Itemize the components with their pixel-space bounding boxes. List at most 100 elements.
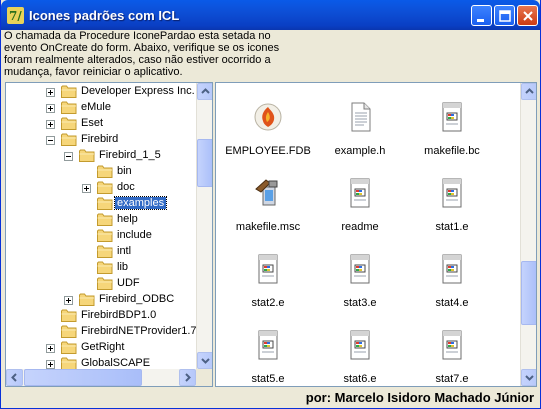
file-item[interactable]: stat6.e	[312, 329, 408, 386]
document-file-icon	[442, 330, 462, 360]
folder-icon	[61, 341, 77, 354]
file-item[interactable]: makefile.bc	[404, 101, 500, 171]
document-file-icon	[258, 254, 278, 284]
tree-item[interactable]: Developer Express Inc.	[6, 84, 196, 100]
build-tool-icon	[255, 179, 278, 206]
document-file-icon	[442, 178, 462, 208]
folder-icon	[97, 165, 113, 178]
file-name: makefile.bc	[424, 145, 480, 157]
expand-icon[interactable]	[46, 104, 55, 113]
tree-item-label: GetRight	[81, 341, 125, 353]
file-name: stat5.e	[251, 373, 285, 385]
tree-item[interactable]: FirebirdNETProvider1.7	[6, 324, 197, 340]
app-window: 7/ Icones padrões com ICL O chamada da P…	[0, 0, 541, 409]
folder-icon	[97, 181, 113, 194]
tree-item[interactable]: UDF	[6, 276, 196, 292]
folder-icon	[97, 245, 113, 258]
file-item[interactable]: stat2.e	[220, 253, 316, 323]
folder-icon	[61, 133, 77, 146]
folder-tree[interactable]: Developer Express Inc. eMule Eset Firebird F…	[5, 82, 213, 387]
folder-icon	[79, 149, 95, 162]
minimize-button[interactable]	[471, 5, 492, 26]
window-title: Icones padrões com ICL	[29, 8, 180, 23]
status-bar: por: Marcelo Isidoro Machado Júnior	[1, 388, 540, 408]
file-name: stat3.e	[343, 297, 377, 309]
expand-icon[interactable]	[46, 120, 55, 129]
close-button[interactable]	[517, 5, 538, 26]
tree-item-label: eMule	[81, 101, 111, 113]
expand-icon[interactable]	[46, 344, 55, 353]
tree-item[interactable]: FirebirdBDP1.0	[6, 308, 196, 324]
info-line: mudança, favor reiniciar o aplicativo.	[4, 66, 183, 78]
scroll-down-button[interactable]	[197, 352, 212, 369]
tree-item-label: Developer Express Inc.	[81, 85, 195, 97]
document-file-icon	[442, 102, 462, 132]
file-name: readme	[341, 221, 379, 233]
title-bar[interactable]: 7/ Icones padrões com ICL	[1, 0, 540, 30]
tree-item-label: Eset	[81, 117, 104, 129]
tree-item[interactable]: Firebird_ODBC	[6, 292, 196, 308]
document-file-icon	[442, 254, 462, 284]
file-list[interactable]: EMPLOYEE.FDB example.h makefile.bc makefile…	[215, 82, 537, 387]
tree-item[interactable]: bin	[6, 164, 196, 180]
tree-vertical-scrollbar[interactable]	[196, 83, 212, 369]
scroll-corner	[196, 369, 212, 386]
folder-icon	[61, 101, 77, 114]
tree-item[interactable]: eMule	[6, 100, 196, 116]
arrow-right-icon	[185, 373, 191, 382]
tree-item-label: lib	[117, 261, 129, 273]
tree-item[interactable]: GetRight	[6, 340, 196, 356]
expand-icon[interactable]	[64, 296, 73, 305]
scroll-thumb[interactable]	[197, 139, 212, 187]
scroll-thumb[interactable]	[521, 261, 536, 325]
tree-item[interactable]: examples	[6, 196, 196, 212]
scroll-up-button[interactable]	[521, 83, 536, 100]
arrow-up-icon	[201, 88, 210, 94]
document-file-icon	[350, 254, 370, 284]
scroll-right-button[interactable]	[179, 369, 196, 386]
folder-icon	[61, 309, 77, 322]
file-item[interactable]: stat7.e	[404, 329, 500, 386]
file-item[interactable]: example.h	[312, 101, 408, 171]
tree-item[interactable]: help	[6, 212, 196, 228]
maximize-button[interactable]	[494, 5, 515, 26]
file-item[interactable]: EMPLOYEE.FDB	[220, 101, 316, 171]
file-item[interactable]: makefile.msc	[220, 177, 316, 247]
collapse-icon[interactable]	[46, 136, 55, 145]
tree-item-label: Firebird_1_5	[99, 149, 161, 161]
expand-icon[interactable]	[46, 360, 55, 369]
scroll-down-button[interactable]	[521, 369, 536, 386]
folder-icon	[61, 85, 77, 98]
tree-horizontal-scrollbar[interactable]	[6, 369, 196, 386]
tree-item[interactable]: Eset	[6, 116, 196, 132]
file-item[interactable]: stat5.e	[220, 329, 316, 386]
scroll-up-button[interactable]	[197, 83, 212, 100]
text-file-icon	[351, 102, 371, 132]
horizontal-scroll-thumb[interactable]	[24, 369, 142, 386]
file-item[interactable]: stat4.e	[404, 253, 500, 323]
info-text: O chamada da Procedure IconePardao esta …	[4, 30, 537, 81]
folder-icon	[97, 213, 113, 226]
tree-item-label: FirebirdBDP1.0	[81, 309, 157, 321]
expand-icon[interactable]	[46, 88, 55, 97]
collapse-icon[interactable]	[64, 152, 73, 161]
tree-item-label: include	[117, 229, 152, 241]
document-file-icon	[350, 330, 370, 360]
tree-item[interactable]: lib	[6, 260, 196, 276]
tree-item-label: doc	[117, 181, 135, 193]
files-vertical-scrollbar[interactable]	[520, 83, 536, 386]
tree-item[interactable]: Firebird_1_5	[6, 148, 196, 164]
tree-item[interactable]: intl	[6, 244, 196, 260]
folder-icon	[79, 293, 95, 306]
file-item[interactable]: readme	[312, 177, 408, 247]
tree-item-label: examples	[113, 196, 168, 210]
tree-item[interactable]: include	[6, 228, 196, 244]
arrow-down-icon	[201, 358, 210, 364]
tree-item[interactable]: Firebird	[6, 132, 196, 148]
tree-item-label: help	[117, 213, 138, 225]
tree-item[interactable]: doc	[6, 180, 196, 196]
file-item[interactable]: stat1.e	[404, 177, 500, 247]
expand-icon[interactable]	[82, 184, 91, 193]
file-item[interactable]: stat3.e	[312, 253, 408, 323]
scroll-left-button[interactable]	[6, 369, 23, 386]
